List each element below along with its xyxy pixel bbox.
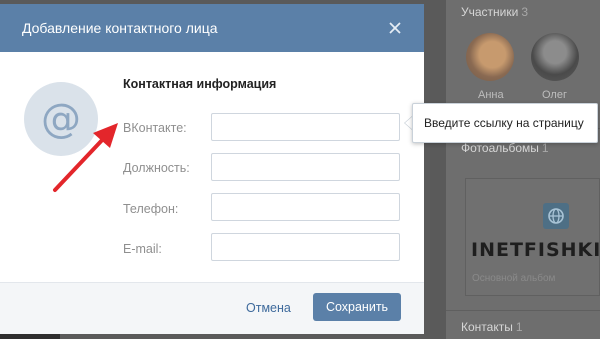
position-field-label: Должность: — [123, 161, 190, 175]
vk-link-input[interactable] — [211, 113, 400, 141]
contacts-heading[interactable]: Контакты 1 — [461, 320, 523, 334]
dialog-footer: Отмена Сохранить — [0, 282, 424, 334]
participants-count: 3 — [521, 5, 529, 19]
contact-avatar-placeholder: @ — [24, 82, 98, 156]
globe-icon — [543, 203, 569, 229]
tooltip-text: Введите ссылку на страницу — [424, 116, 584, 130]
email-input[interactable] — [211, 233, 400, 261]
albums-heading[interactable]: Фотоальбомы 1 — [461, 141, 549, 155]
contacts-heading-label: Контакты — [461, 320, 513, 334]
dialog-title: Добавление контактного лица — [22, 20, 218, 36]
close-icon[interactable] — [386, 19, 404, 37]
position-input[interactable] — [211, 153, 400, 181]
background-divider — [446, 310, 600, 311]
cancel-button[interactable]: Отмена — [246, 301, 291, 315]
save-button[interactable]: Сохранить — [313, 293, 401, 321]
participants-heading-label: Участники — [461, 5, 519, 19]
albums-count: 1 — [541, 141, 549, 155]
phone-input[interactable] — [211, 193, 400, 221]
section-title: Контактная информация — [123, 77, 277, 91]
email-field-label: E-mail: — [123, 242, 162, 256]
member-name-anna[interactable]: Анна — [478, 89, 504, 101]
phone-field-label: Телефон: — [123, 202, 179, 216]
participants-heading[interactable]: Участники 3 — [461, 5, 528, 19]
vk-link-tooltip: Введите ссылку на страницу — [412, 103, 598, 143]
member-name-oleg[interactable]: Олег — [542, 89, 567, 101]
album-logo-text: INETFISHKI — [471, 239, 600, 261]
album-card[interactable]: INETFISHKI Основной альбом — [465, 178, 600, 296]
dialog-body: @ Контактная информация ВКонтакте: Должн… — [0, 52, 424, 282]
member-avatar-anna[interactable] — [466, 33, 514, 81]
at-sign-icon: @ — [41, 96, 81, 142]
album-caption: Основной альбом — [472, 273, 556, 284]
add-contact-dialog: Добавление контактного лица @ Контактная… — [0, 4, 424, 334]
albums-heading-label: Фотоальбомы — [461, 141, 539, 155]
vk-field-label: ВКонтакте: — [123, 121, 187, 135]
member-avatar-oleg[interactable] — [531, 33, 579, 81]
dialog-header: Добавление контактного лица — [0, 4, 424, 52]
contacts-count: 1 — [515, 320, 523, 334]
